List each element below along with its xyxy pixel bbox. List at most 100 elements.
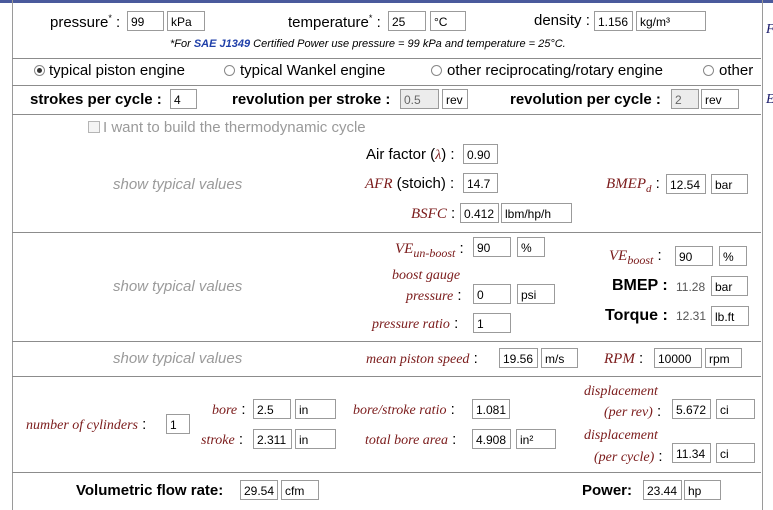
show-typical-values-link-3[interactable]: show typical values: [113, 350, 242, 367]
pressure-ratio-input[interactable]: 1: [473, 313, 511, 333]
temperature-unit-select[interactable]: °C: [430, 11, 466, 31]
displacement-per-rev-output: 5.672: [672, 399, 711, 419]
stroke-label: stroke :: [201, 431, 244, 448]
volumetric-flow-rate-output: 29.54: [240, 480, 278, 500]
pressure-label: pressure* :: [50, 13, 121, 31]
bmep-d-label: BMEPd :: [606, 175, 660, 195]
ve-boost-unit[interactable]: %: [719, 246, 747, 266]
displacement-per-cycle-output: 11.34: [672, 443, 711, 463]
bsfc-input[interactable]: 0.412: [460, 203, 499, 223]
temperature-input[interactable]: 25: [388, 11, 426, 31]
bore-unit-select[interactable]: in: [295, 399, 336, 419]
stroke-input[interactable]: 2.311: [253, 429, 292, 449]
ve-unboost-unit[interactable]: %: [517, 237, 545, 257]
clipped-side-text-top: F: [766, 22, 773, 38]
torque-output: 12.31: [676, 309, 707, 323]
number-of-cylinders-input[interactable]: 1: [166, 414, 190, 434]
displacement-per-rev-unit-select[interactable]: ci: [716, 399, 755, 419]
divider: [12, 58, 761, 59]
bore-stroke-ratio-output: 1.081: [472, 399, 510, 419]
ve-unboost-input[interactable]: 90: [473, 237, 511, 257]
pressure-input[interactable]: 99: [127, 11, 164, 31]
rpm-input[interactable]: 10000: [654, 348, 702, 368]
ve-unboost-label: VEun-boost :: [395, 240, 464, 260]
stroke-unit-select[interactable]: in: [295, 429, 336, 449]
sae-note: *For SAE J1349 Certified Power use press…: [170, 38, 566, 50]
air-factor-input[interactable]: 0.90: [463, 144, 498, 164]
afr-input[interactable]: 14.7: [463, 173, 498, 193]
radio-typical-piston-label[interactable]: typical piston engine: [49, 62, 185, 79]
total-bore-area-output: 4.908: [472, 429, 511, 449]
displacement-per-cycle-label-2: (per cycle) :: [594, 448, 663, 465]
mean-piston-speed-input[interactable]: 19.56: [499, 348, 538, 368]
mean-piston-speed-label: mean piston speed :: [366, 350, 478, 367]
bsfc-unit-select[interactable]: lbm/hp/h: [501, 203, 572, 223]
torque-unit-select[interactable]: lb.ft: [711, 306, 749, 326]
power-label: Power:: [582, 482, 633, 499]
volumetric-flow-rate-unit-select[interactable]: cfm: [281, 480, 319, 500]
power-unit-select[interactable]: hp: [684, 480, 721, 500]
bmep-d-unit-select[interactable]: bar: [711, 174, 748, 194]
revolution-per-cycle-label: revolution per cycle :: [510, 91, 661, 108]
bore-input[interactable]: 2.5: [253, 399, 291, 419]
bsfc-label: BSFC :: [411, 205, 456, 222]
revolution-per-cycle-output: 2: [671, 89, 699, 109]
total-bore-area-label: total bore area :: [365, 431, 457, 448]
strokes-per-cycle-label: strokes per cycle :: [30, 91, 162, 108]
bore-label: bore :: [212, 401, 246, 418]
boost-gauge-label-line2: pressure :: [406, 287, 462, 304]
sae-j1349-link[interactable]: SAE J1349: [194, 38, 250, 50]
rpm-unit-select[interactable]: rpm: [705, 348, 742, 368]
number-of-cylinders-label: number of cylinders :: [26, 416, 147, 433]
radio-other[interactable]: [703, 65, 714, 76]
bmep-d-input[interactable]: 12.54: [666, 174, 706, 194]
volumetric-flow-rate-label: Volumetric flow rate:: [76, 482, 224, 499]
ve-boost-label: VEboost :: [609, 247, 662, 267]
revolution-per-stroke-output: 0.5: [400, 89, 439, 109]
density-label: density :: [534, 12, 590, 29]
mean-piston-speed-unit-select[interactable]: m/s: [541, 348, 578, 368]
radio-typical-piston[interactable]: [34, 65, 45, 76]
total-bore-area-unit-select[interactable]: in²: [516, 429, 556, 449]
temperature-label: temperature* :: [288, 13, 381, 31]
bmep-label: BMEP :: [612, 277, 668, 294]
boost-gauge-unit-select[interactable]: psi: [517, 284, 555, 304]
boost-gauge-pressure-input[interactable]: 0: [473, 284, 511, 304]
torque-label: Torque :: [605, 307, 668, 324]
clipped-side-text-mid: E: [766, 92, 773, 108]
thermodynamic-cycle-label[interactable]: I want to build the thermodynamic cycle: [103, 119, 366, 136]
ve-boost-input[interactable]: 90: [675, 246, 713, 266]
bmep-unit-select[interactable]: bar: [711, 276, 748, 296]
revolution-per-stroke-unit[interactable]: rev: [442, 89, 468, 109]
radio-other-label[interactable]: other: [719, 62, 753, 79]
strokes-per-cycle-input[interactable]: 4: [170, 89, 197, 109]
air-factor-label: Air factor (λ) :: [366, 146, 455, 163]
radio-typical-wankel[interactable]: [224, 65, 235, 76]
radio-other-reciprocating[interactable]: [431, 65, 442, 76]
divider: [12, 341, 761, 342]
divider: [12, 232, 761, 233]
afr-stoich-label: AFR (stoich) :: [365, 175, 455, 192]
pressure-ratio-label: pressure ratio :: [372, 315, 459, 332]
divider: [12, 85, 761, 86]
rpm-label: RPM :: [604, 350, 644, 367]
divider: [12, 376, 761, 377]
revolution-per-cycle-unit[interactable]: rev: [701, 89, 739, 109]
displacement-per-cycle-label-1: displacement: [584, 428, 658, 443]
radio-other-reciprocating-label[interactable]: other reciprocating/rotary engine: [447, 62, 663, 79]
density-input[interactable]: 1.156: [594, 11, 633, 31]
displacement-per-rev-label-2: (per rev) :: [604, 403, 662, 420]
pressure-unit-select[interactable]: kPa: [167, 11, 205, 31]
show-typical-values-link-1[interactable]: show typical values: [113, 176, 242, 193]
bore-stroke-ratio-label: bore/stroke ratio :: [353, 401, 455, 418]
displacement-per-rev-label-1: displacement: [584, 384, 658, 399]
thermodynamic-cycle-checkbox[interactable]: [88, 121, 100, 133]
divider: [12, 114, 761, 115]
radio-typical-wankel-label[interactable]: typical Wankel engine: [240, 62, 385, 79]
displacement-per-cycle-unit-select[interactable]: ci: [716, 443, 755, 463]
divider: [12, 472, 761, 473]
boost-gauge-label-line1: boost gauge: [392, 268, 461, 283]
show-typical-values-link-2[interactable]: show typical values: [113, 278, 242, 295]
density-unit-select[interactable]: kg/m³: [636, 11, 706, 31]
bmep-output: 11.28: [676, 280, 706, 294]
